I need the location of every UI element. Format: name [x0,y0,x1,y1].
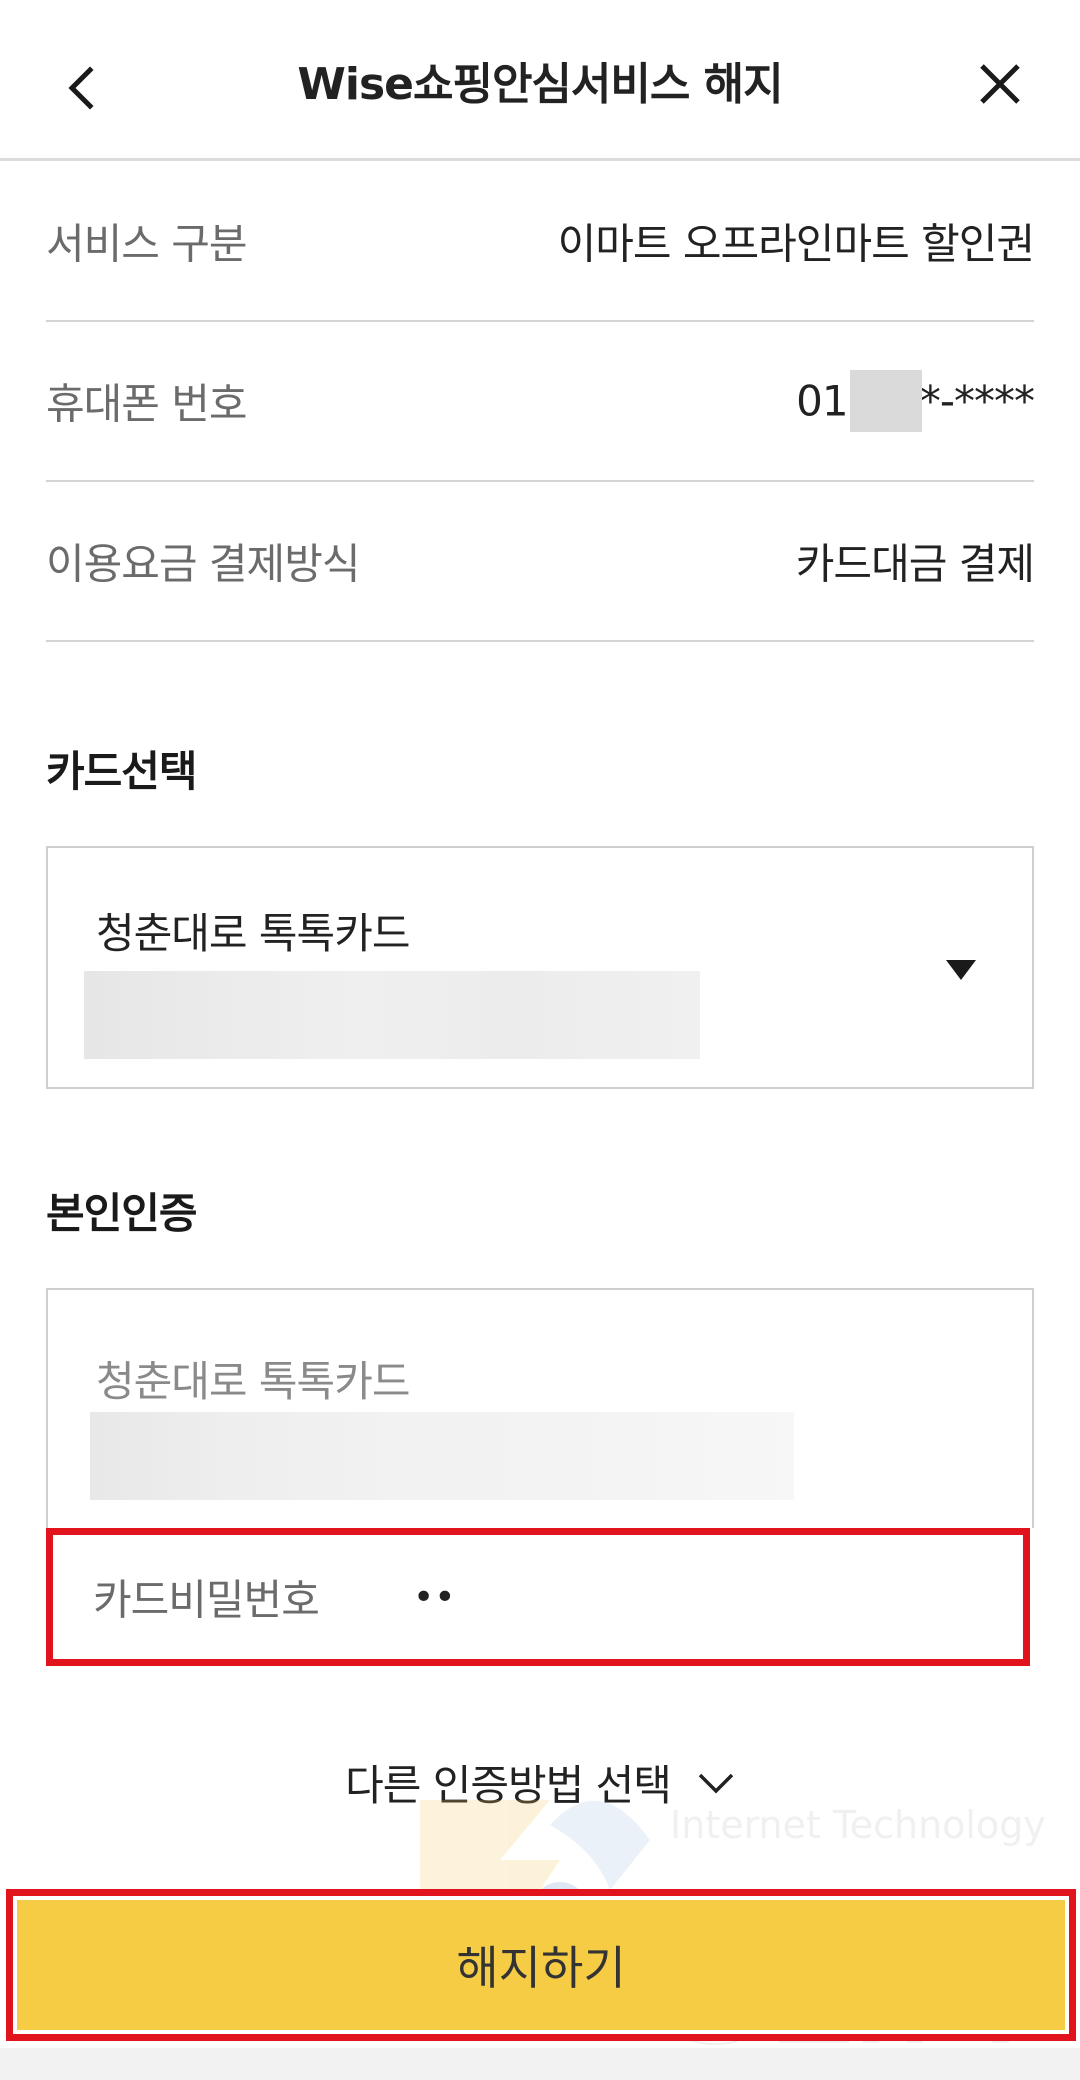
payment-method-label: 이용요금 결제방식 [46,539,360,589]
header-bar: Wise쇼핑안심서비스 해지 [0,0,1080,161]
info-row-phone: 휴대폰 번호 010- **-**** [46,322,1035,482]
cancel-service-button[interactable]: 해지하기 [17,1900,1065,2030]
card-password-input[interactable] [413,1567,613,1627]
submit-highlight-frame: 해지하기 [6,1889,1076,2041]
info-row-service-type: 서비스 구분 이마트 오프라인마트 할인권 [46,162,1035,322]
close-icon [980,64,1020,104]
triangle-down-icon [946,960,976,980]
bottom-strip [0,2048,1080,2080]
auth-card-box: 청춘대로 톡톡카드 [46,1288,1034,1528]
auth-section-title: 본인인증 [46,1189,198,1238]
phone-redaction [850,370,922,432]
payment-method-value: 카드대금 결제 [795,539,1035,589]
auth-card-number-redaction [90,1412,794,1500]
other-auth-method-label: 다른 인증방법 선택 [345,1761,672,1810]
card-password-label: 카드비밀번호 [93,1575,320,1625]
page: Wise쇼핑안심서비스 해지 서비스 구분 이마트 오프라인마트 할인권 휴대폰… [0,0,1080,2080]
card-number-redaction [84,971,700,1059]
close-button[interactable] [960,44,1040,124]
selected-card-name: 청춘대로 톡톡카드 [96,909,410,958]
service-type-label: 서비스 구분 [46,219,248,269]
card-password-field[interactable]: 카드비밀번호 [46,1528,1030,1666]
phone-label: 휴대폰 번호 [46,379,248,429]
other-auth-method-toggle[interactable]: 다른 인증방법 선택 [0,1752,1080,1813]
info-row-payment-method: 이용요금 결제방식 카드대금 결제 [46,482,1035,642]
auth-card-name: 청춘대로 톡톡카드 [96,1357,410,1406]
service-type-value: 이마트 오프라인마트 할인권 [557,219,1035,269]
card-select-title: 카드선택 [46,747,198,796]
page-title: Wise쇼핑안심서비스 해지 [297,59,783,110]
card-select-dropdown[interactable]: 청춘대로 톡톡카드 [46,846,1034,1089]
chevron-down-icon [697,1771,735,1795]
